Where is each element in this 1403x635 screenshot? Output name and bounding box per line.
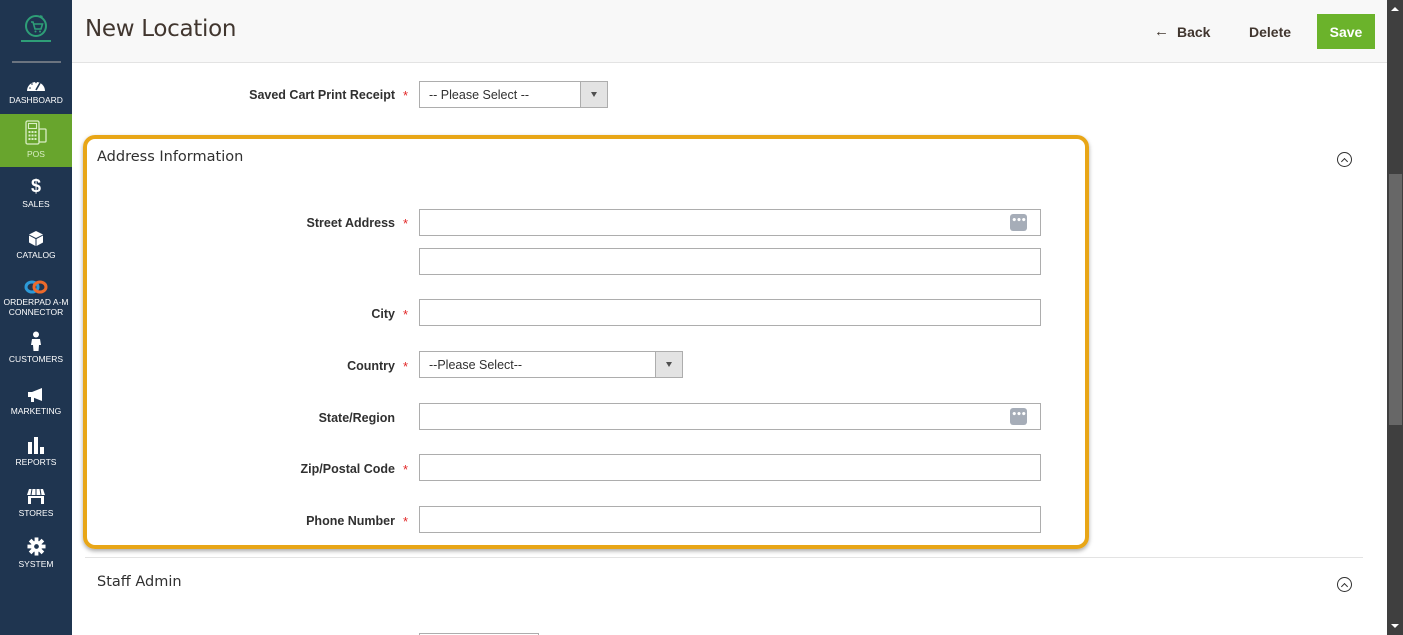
sidebar-divider [12, 61, 61, 63]
sidebar-item-label: REPORTS [15, 457, 57, 467]
shopping-cart-refresh-logo-icon [25, 15, 47, 37]
back-label: Back [1177, 23, 1211, 40]
more-options-icon[interactable]: ••• [1010, 408, 1027, 425]
scroll-up-button[interactable] [1387, 2, 1403, 16]
street-address-line1-input[interactable]: ••• [419, 209, 1041, 236]
street-address-label: Street Address [306, 216, 395, 230]
dropdown-arrow[interactable] [655, 352, 682, 377]
page-header: New Location ← Back Delete Save [72, 0, 1387, 63]
scroll-down-button[interactable] [1387, 619, 1403, 633]
sidebar-item-label: STORES [18, 508, 54, 518]
scrollbar-thumb[interactable] [1389, 174, 1402, 425]
sidebar-item-reports[interactable]: REPORTS [0, 434, 72, 476]
form-content: Saved Cart Print Receipt * -- Please Sel… [72, 63, 1387, 635]
required-marker: * [403, 88, 409, 103]
sidebar-item-marketing[interactable]: MARKETING [0, 383, 72, 425]
arrow-left-icon: ← [1154, 23, 1169, 40]
sidebar-item-label: MARKETING [10, 406, 62, 416]
country-label: Country [347, 359, 395, 373]
box-icon [28, 227, 44, 247]
saved-cart-print-receipt-select[interactable]: -- Please Select -- [419, 81, 608, 108]
delete-button[interactable]: Delete [1249, 14, 1291, 49]
sidebar-item-catalog[interactable]: CATALOG [0, 227, 72, 269]
chevron-down-icon [666, 362, 672, 367]
zip-postal-code-input[interactable] [419, 454, 1041, 481]
address-section-title[interactable]: Address Information [97, 149, 243, 165]
street-address-line2-input[interactable] [419, 248, 1041, 275]
sidebar-item-dashboard[interactable]: DASHBOARD [0, 72, 72, 114]
back-button[interactable]: ← Back [1154, 14, 1210, 49]
arrow-down-icon [1391, 624, 1399, 628]
address-section-highlight [83, 135, 1089, 549]
dollar-icon: $ [30, 176, 41, 196]
country-select[interactable]: --Please Select-- [419, 351, 683, 378]
page-scrollbar[interactable] [1387, 0, 1403, 635]
pos-terminal-icon [24, 120, 48, 146]
sidebar-item-label: CUSTOMERS [8, 354, 64, 364]
gear-icon [26, 536, 46, 556]
required-marker: * [403, 307, 409, 322]
sidebar-item-label: POS [27, 149, 45, 159]
chevron-down-icon [591, 92, 597, 97]
admin-sidebar: DASHBOARD POS $ SALES CATALOG ORDERPAD A… [0, 0, 72, 635]
select-value: --Please Select-- [429, 358, 523, 372]
link-icon [24, 278, 48, 294]
person-icon [30, 331, 42, 351]
select-value: -- Please Select -- [429, 88, 530, 102]
staff-admin-section-title[interactable]: Staff Admin [97, 574, 182, 590]
storefront-icon [26, 485, 46, 505]
sidebar-item-system[interactable]: SYSTEM [0, 536, 72, 578]
sidebar-item-stores[interactable]: STORES [0, 485, 72, 527]
bar-chart-icon [27, 434, 45, 454]
sidebar-item-label: CATALOG [16, 250, 56, 260]
saved-cart-print-receipt-label: Saved Cart Print Receipt [249, 88, 395, 102]
state-region-input[interactable]: ••• [419, 403, 1041, 430]
sidebar-item-label: SALES [22, 199, 50, 209]
required-marker: * [403, 359, 409, 374]
logo-underline [21, 40, 51, 42]
more-options-icon[interactable]: ••• [1010, 214, 1027, 231]
arrow-up-icon [1391, 7, 1399, 11]
page-title: New Location [85, 16, 237, 42]
phone-number-label: Phone Number [306, 514, 395, 528]
megaphone-icon [26, 383, 46, 403]
app-logo[interactable] [0, 0, 72, 62]
sidebar-item-sales[interactable]: $ SALES [0, 176, 72, 218]
state-region-label: State/Region [318, 411, 395, 425]
city-label: City [371, 307, 395, 321]
sidebar-item-orderpad-connector[interactable]: ORDERPAD A-M CONNECTOR [0, 278, 72, 322]
zip-postal-code-label: Zip/Postal Code [300, 462, 395, 476]
sidebar-item-label: DASHBOARD [9, 95, 63, 105]
sidebar-item-customers[interactable]: CUSTOMERS [0, 331, 72, 373]
section-divider [85, 557, 1363, 558]
required-marker: * [403, 462, 409, 477]
save-button[interactable]: Save [1317, 14, 1375, 49]
collapse-staff-admin-icon[interactable] [1337, 577, 1352, 592]
required-marker: * [403, 216, 409, 231]
collapse-address-icon[interactable] [1337, 152, 1352, 167]
phone-number-input[interactable] [419, 506, 1041, 533]
dropdown-arrow[interactable] [580, 82, 607, 107]
sidebar-item-pos[interactable]: POS [0, 114, 72, 167]
required-marker: * [403, 514, 409, 529]
city-input[interactable] [419, 299, 1041, 326]
speedometer-icon [26, 72, 46, 92]
sidebar-item-label: ORDERPAD A-M CONNECTOR [3, 297, 69, 317]
sidebar-item-label: SYSTEM [18, 559, 54, 569]
